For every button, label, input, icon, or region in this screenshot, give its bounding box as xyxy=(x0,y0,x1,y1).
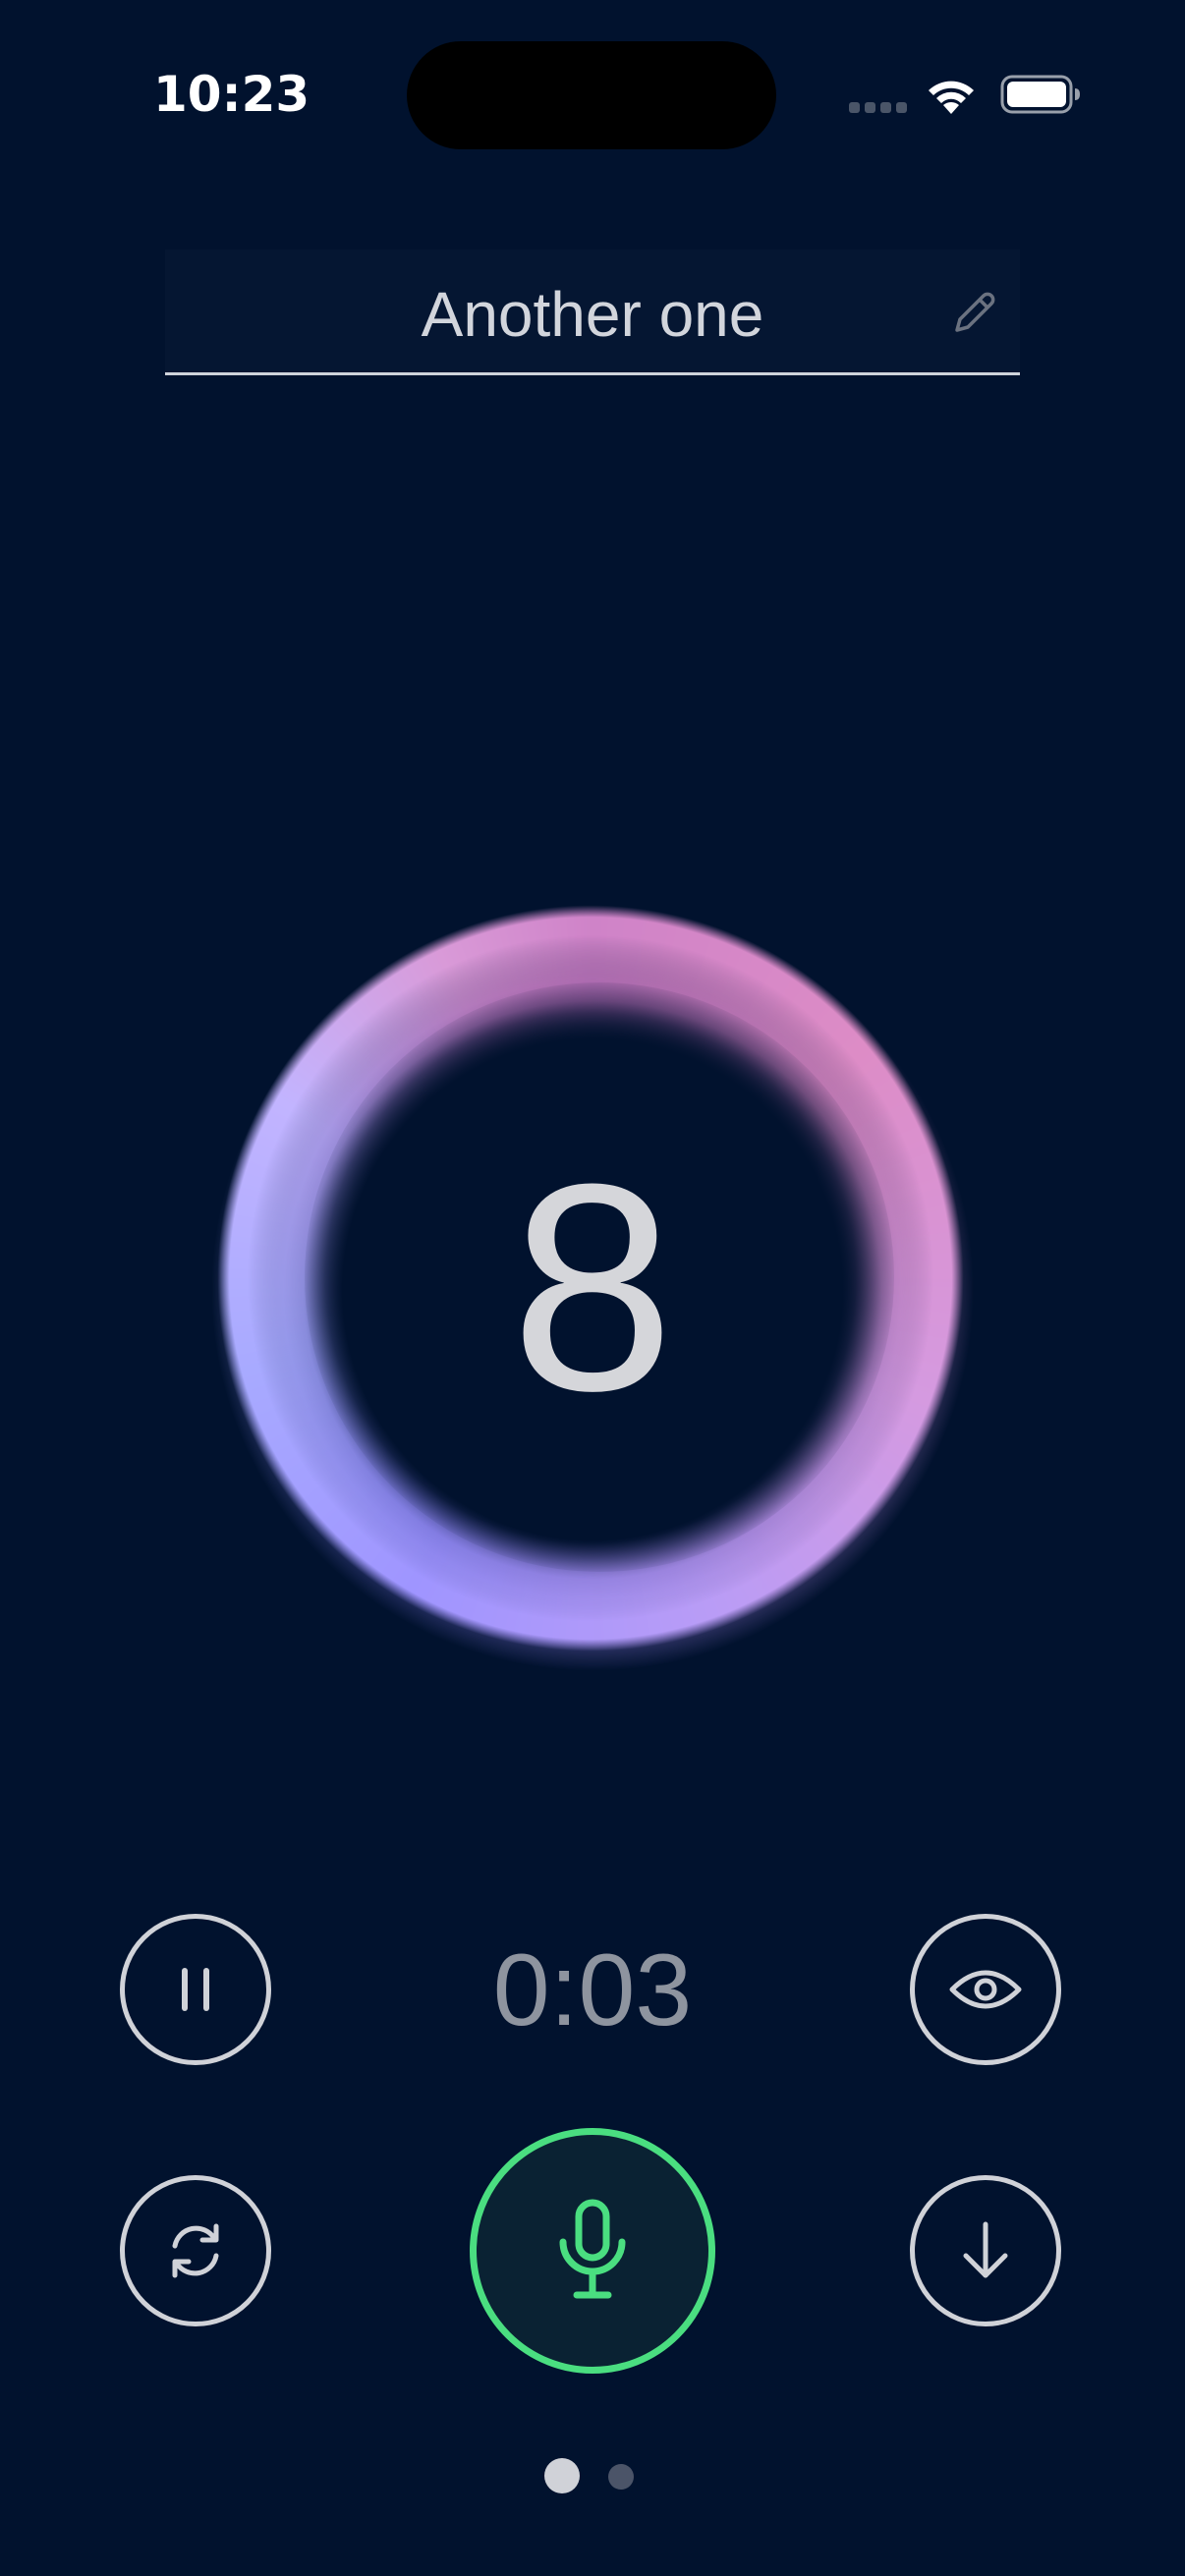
page-dot-active[interactable] xyxy=(544,2458,580,2493)
counter-value: 8 xyxy=(510,1122,675,1452)
pencil-icon[interactable] xyxy=(947,285,1002,340)
status-bar-time: 10:23 xyxy=(153,66,310,123)
recording-title-field[interactable]: Another one xyxy=(165,250,1020,375)
cellular-signal-icon xyxy=(849,102,908,116)
dynamic-island xyxy=(407,41,776,149)
record-button[interactable] xyxy=(470,2128,715,2374)
toggle-visibility-button[interactable] xyxy=(910,1914,1061,2065)
reset-button[interactable] xyxy=(120,2175,271,2326)
eye-icon xyxy=(949,1970,1022,2009)
arrow-down-icon xyxy=(963,2221,1008,2278)
refresh-icon xyxy=(172,2223,219,2278)
page-indicator[interactable] xyxy=(0,2458,1185,2493)
microphone-icon xyxy=(559,2199,626,2299)
recording-title[interactable]: Another one xyxy=(165,277,1020,352)
download-button[interactable] xyxy=(910,2175,1061,2326)
page-dot[interactable] xyxy=(608,2464,634,2490)
wifi-icon xyxy=(929,81,974,114)
battery-icon xyxy=(1000,75,1080,114)
